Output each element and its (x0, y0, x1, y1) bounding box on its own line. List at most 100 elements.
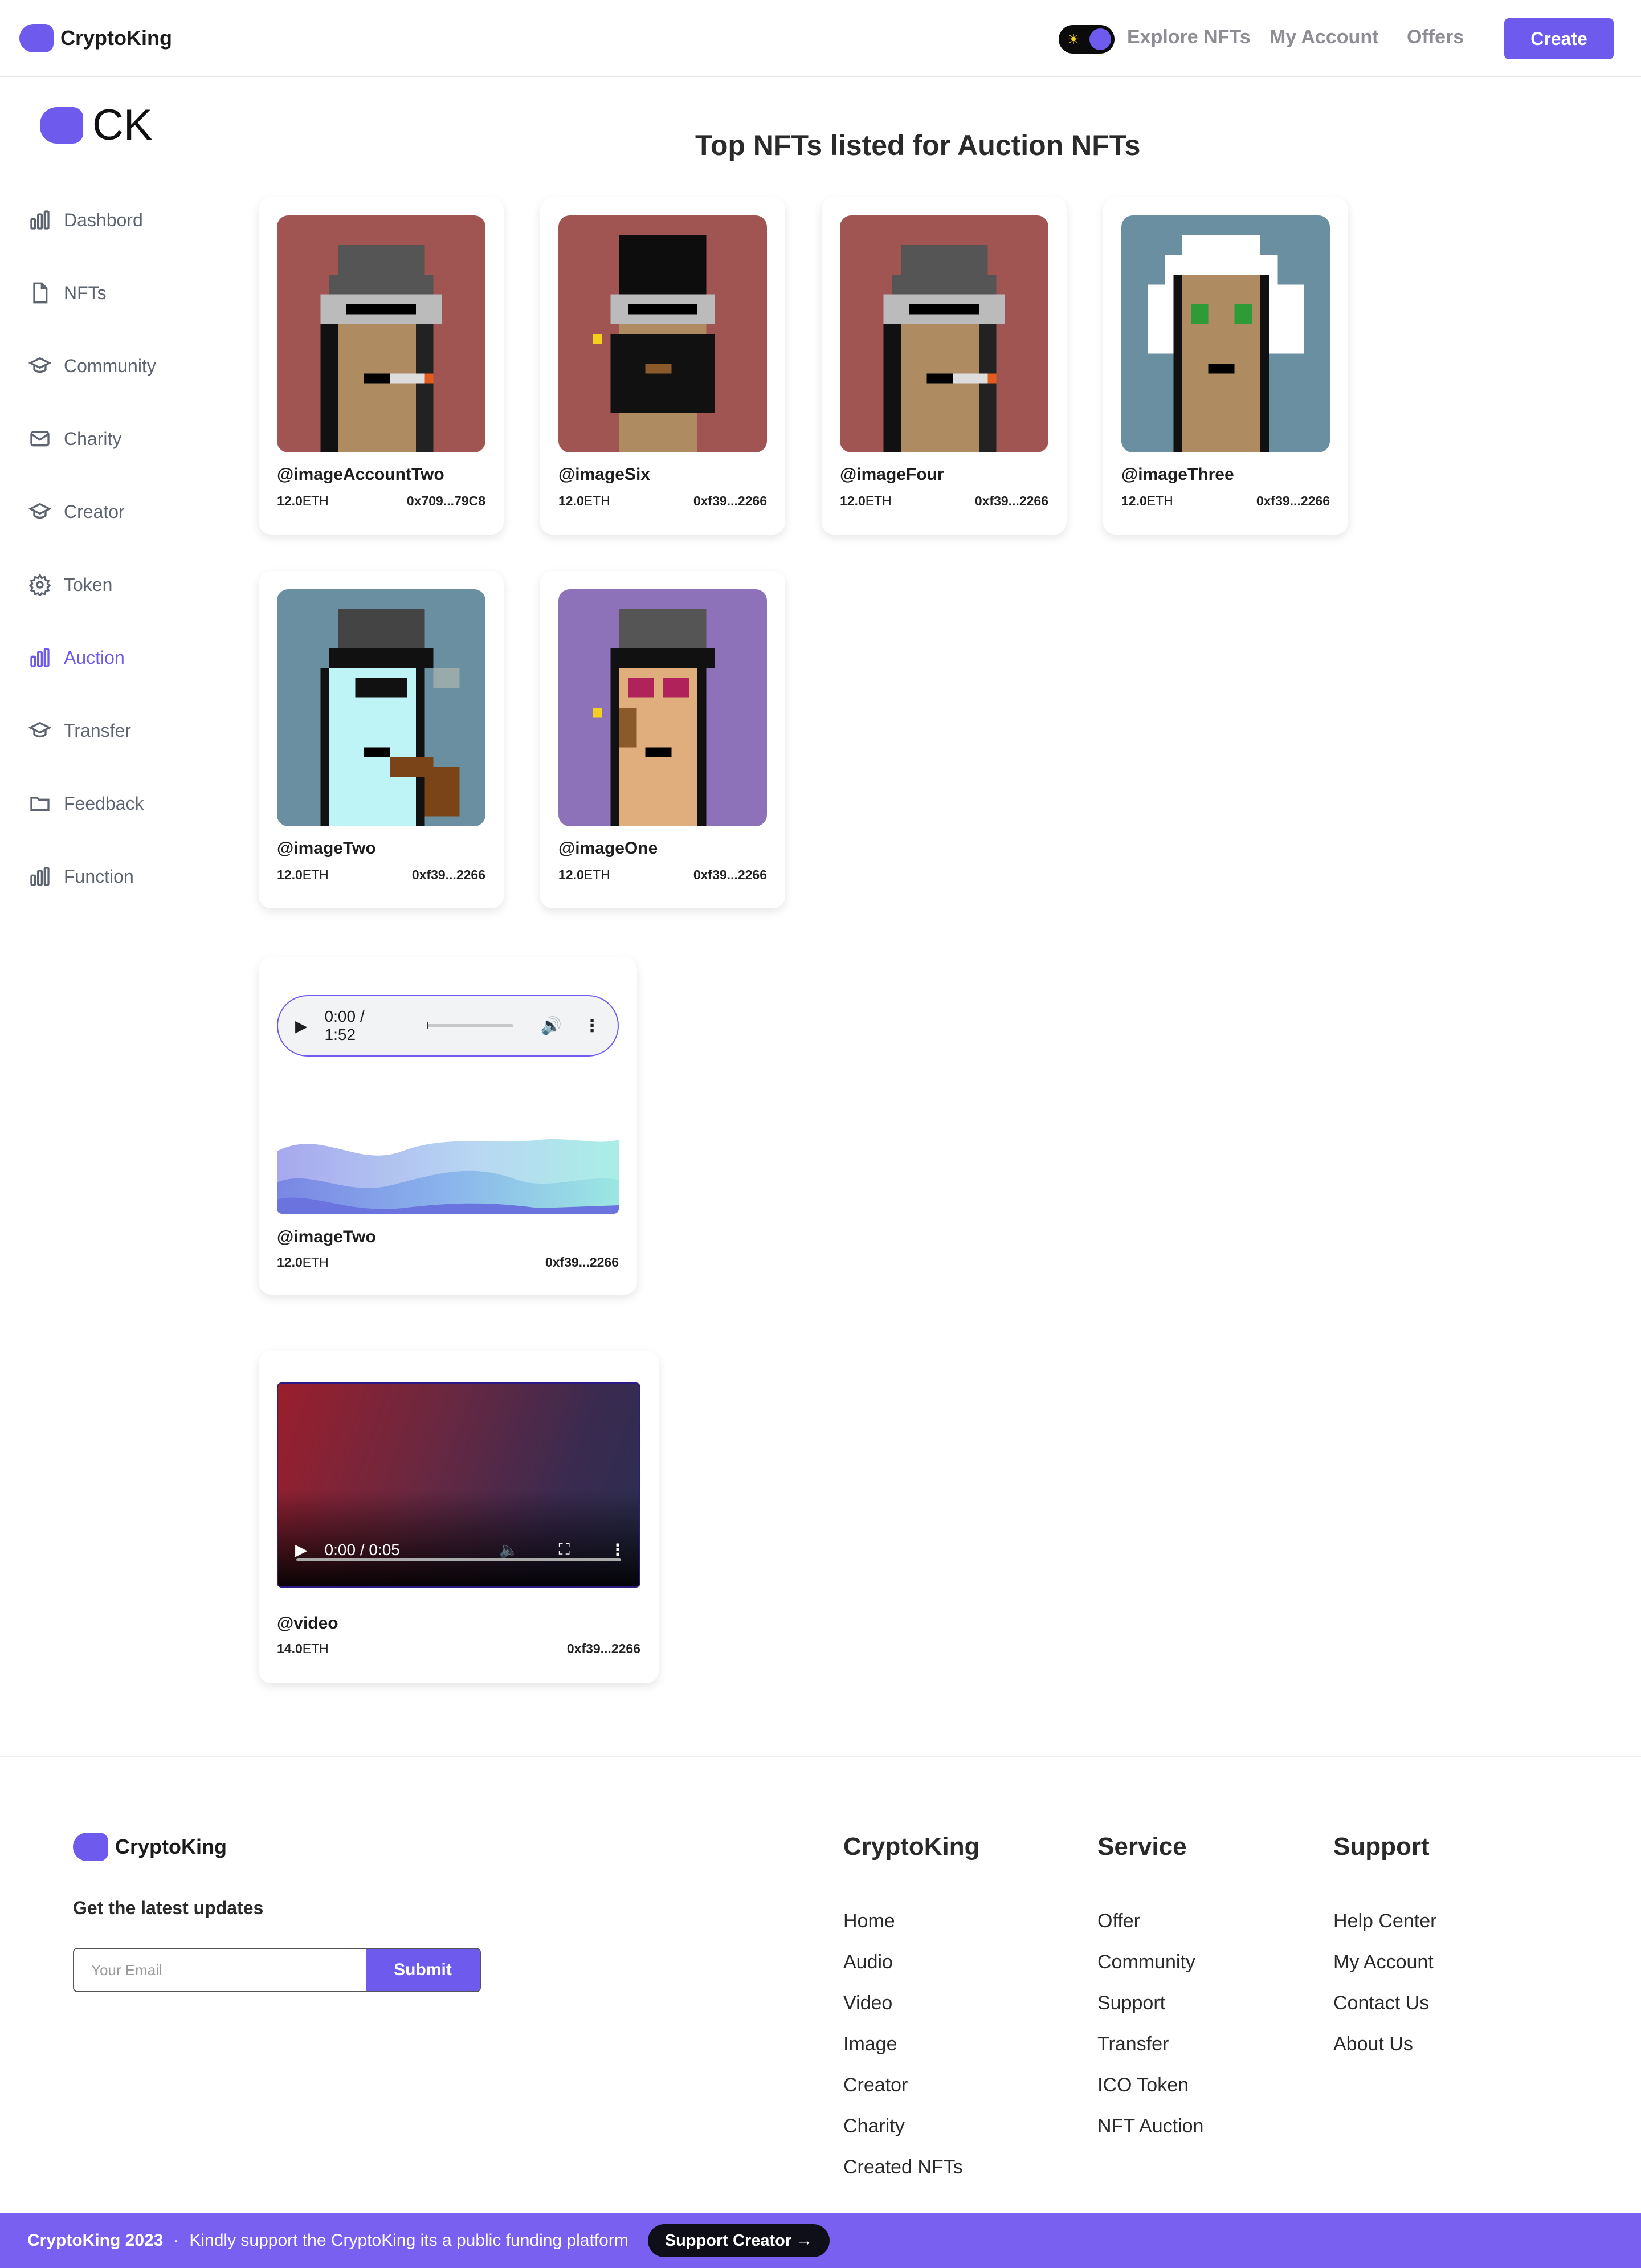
nft-card[interactable]: @imageTwo 12.0ETH 0xf39...2266 (259, 571, 504, 908)
graduation-cap-icon (27, 718, 52, 743)
footer-link[interactable]: Charity (843, 2115, 905, 2138)
footer-link[interactable]: Offer (1097, 1910, 1140, 1932)
nft-card[interactable]: @imageOne 12.0ETH 0xf39...2266 (540, 571, 785, 908)
nft-owner-address: 0x709...79C8 (406, 493, 485, 508)
brand-logo[interactable]: CryptoKing (19, 24, 172, 52)
footer-link[interactable]: Audio (843, 1951, 893, 1973)
sidebar-item-nfts[interactable]: NFTs (27, 276, 107, 310)
nft-price: 12.0ETH (277, 867, 329, 882)
create-button[interactable]: Create (1504, 18, 1614, 59)
footer-link[interactable]: Creator (843, 2074, 908, 2096)
video-nft-card[interactable]: ▶ 0:00 / 0:05 🔈 ⛶ ⋮ @video 14.0ETH 0xf39… (259, 1351, 659, 1683)
sidebar-item-label: Auction (64, 647, 125, 668)
footer-link[interactable]: ICO Token (1097, 2074, 1189, 2096)
nft-owner-address: 0xf39...2266 (974, 493, 1048, 508)
footer-link[interactable]: Created NFTs (843, 2156, 963, 2179)
nft-price: 12.0ETH (277, 1255, 329, 1270)
more-options-icon[interactable]: ⋮ (610, 1540, 626, 1559)
fullscreen-icon[interactable]: ⛶ (558, 1540, 570, 1559)
mute-icon[interactable]: 🔈 (499, 1540, 519, 1559)
sidebar-item-label: Charity (64, 428, 122, 449)
sidebar-item-transfer[interactable]: Transfer (27, 713, 131, 748)
nft-card[interactable]: @imageSix 12.0ETH 0xf39...2266 (540, 197, 785, 535)
nft-card[interactable]: @imageAccountTwo 12.0ETH 0x709...79C8 (259, 197, 504, 535)
nft-name: @imageOne (558, 839, 658, 858)
volume-icon[interactable]: 🔊 (541, 1016, 562, 1036)
sidebar-item-charity[interactable]: Charity (27, 422, 121, 456)
nft-image[interactable] (840, 215, 1048, 452)
video-time: 0:00 / 0:05 (324, 1540, 400, 1559)
video-progress-slider[interactable] (296, 1558, 621, 1561)
copyright-text: CryptoKing 2023 (27, 2231, 164, 2250)
bar-chart-icon (27, 207, 52, 232)
graduation-cap-icon (27, 499, 52, 524)
sidebar-logo[interactable]: CK (40, 100, 153, 150)
play-icon[interactable]: ▶ (295, 1540, 308, 1559)
audio-progress-slider[interactable] (426, 1022, 513, 1029)
email-input[interactable] (74, 1949, 366, 1991)
audio-player[interactable]: ▶ 0:00 / 1:52 🔊 ⋮ (277, 995, 619, 1057)
nft-owner-address: 0xf39...2266 (566, 1641, 640, 1656)
nft-owner-address: 0xf39...2266 (693, 867, 767, 882)
sidebar-item-label: Function (64, 866, 134, 887)
bottom-banner: CryptoKing 2023 · Kindly support the Cry… (0, 2213, 1641, 2268)
footer-link[interactable]: Contact Us (1333, 1992, 1429, 2014)
footer-col-title: Service (1097, 1833, 1187, 1861)
sidebar-item-function[interactable]: Function (27, 859, 134, 894)
newsletter-heading: Get the latest updates (73, 1898, 264, 1918)
footer-link[interactable]: Image (843, 2033, 897, 2055)
footer-link[interactable]: My Account (1333, 1951, 1434, 1973)
sidebar-item-community[interactable]: Community (27, 349, 156, 383)
brand-name: CryptoKing (60, 26, 172, 50)
banner-message: Kindly support the CryptoKing its a publ… (189, 2231, 628, 2250)
nft-owner-address: 0xf39...2266 (693, 493, 767, 508)
nav-my-account[interactable]: My Account (1269, 26, 1378, 48)
footer-col-title: CryptoKing (843, 1833, 980, 1861)
footer-brand: CryptoKing (115, 1835, 227, 1858)
page-title: Top NFTs listed for Auction NFTs (695, 129, 1141, 161)
nft-card[interactable]: @imageFour 12.0ETH 0xf39...2266 (822, 197, 1067, 535)
nft-name: @imageTwo (277, 839, 376, 858)
footer-link[interactable]: Transfer (1097, 2033, 1169, 2055)
gear-icon (27, 572, 52, 597)
nft-card[interactable]: @imageThree 12.0ETH 0xf39...2266 (1103, 197, 1348, 535)
footer-link[interactable]: Support (1097, 1992, 1165, 2014)
sidebar-item-label: Transfer (64, 720, 131, 741)
sidebar-item-label: NFTs (64, 282, 107, 303)
nft-price: 12.0ETH (1121, 493, 1173, 508)
support-creator-button[interactable]: Support Creator → (647, 2224, 830, 2257)
logo-mark-icon (19, 24, 54, 52)
nft-name: @imageFour (840, 465, 944, 484)
toggle-knob (1089, 28, 1111, 50)
sidebar-item-auction[interactable]: Auction (27, 641, 125, 675)
footer-link[interactable]: Video (843, 1992, 892, 2014)
nft-image[interactable] (277, 215, 485, 452)
nav-offers[interactable]: Offers (1407, 26, 1464, 48)
nav-explore-nfts[interactable]: Explore NFTs (1127, 26, 1251, 48)
bar-chart-icon (27, 864, 52, 889)
footer-link[interactable]: Community (1097, 1951, 1195, 1973)
sidebar-item-token[interactable]: Token (27, 568, 112, 602)
audio-nft-card[interactable]: ▶ 0:00 / 1:52 🔊 ⋮ @imageTwo 12.0ETH 0xf3… (259, 957, 637, 1295)
nft-owner-address: 0xf39...2266 (411, 867, 485, 882)
sidebar-item-creator[interactable]: Creator (27, 495, 125, 529)
nft-price: 12.0ETH (558, 867, 610, 882)
more-options-icon[interactable]: ⋮ (583, 1016, 601, 1036)
footer-link[interactable]: Help Center (1333, 1910, 1436, 1932)
sidebar-item-feedback[interactable]: Feedback (27, 786, 144, 821)
nft-image[interactable] (1121, 215, 1330, 452)
graduation-cap-icon (27, 353, 52, 378)
sidebar-item-dashbord[interactable]: Dashbord (27, 203, 143, 237)
footer-link[interactable]: About Us (1333, 2033, 1413, 2055)
nft-image[interactable] (277, 589, 485, 826)
submit-button[interactable]: Submit (366, 1949, 480, 1991)
theme-toggle[interactable]: ☀ (1059, 25, 1115, 54)
nft-image[interactable] (558, 589, 767, 826)
video-player[interactable]: ▶ 0:00 / 0:05 🔈 ⛶ ⋮ (277, 1382, 640, 1588)
sidebar-item-label: Community (64, 355, 156, 376)
footer-link[interactable]: Home (843, 1910, 895, 1932)
footer-logo[interactable]: CryptoKing (73, 1833, 227, 1861)
footer-link[interactable]: NFT Auction (1097, 2115, 1203, 2138)
nft-image[interactable] (558, 215, 767, 452)
play-icon[interactable]: ▶ (295, 1017, 308, 1035)
